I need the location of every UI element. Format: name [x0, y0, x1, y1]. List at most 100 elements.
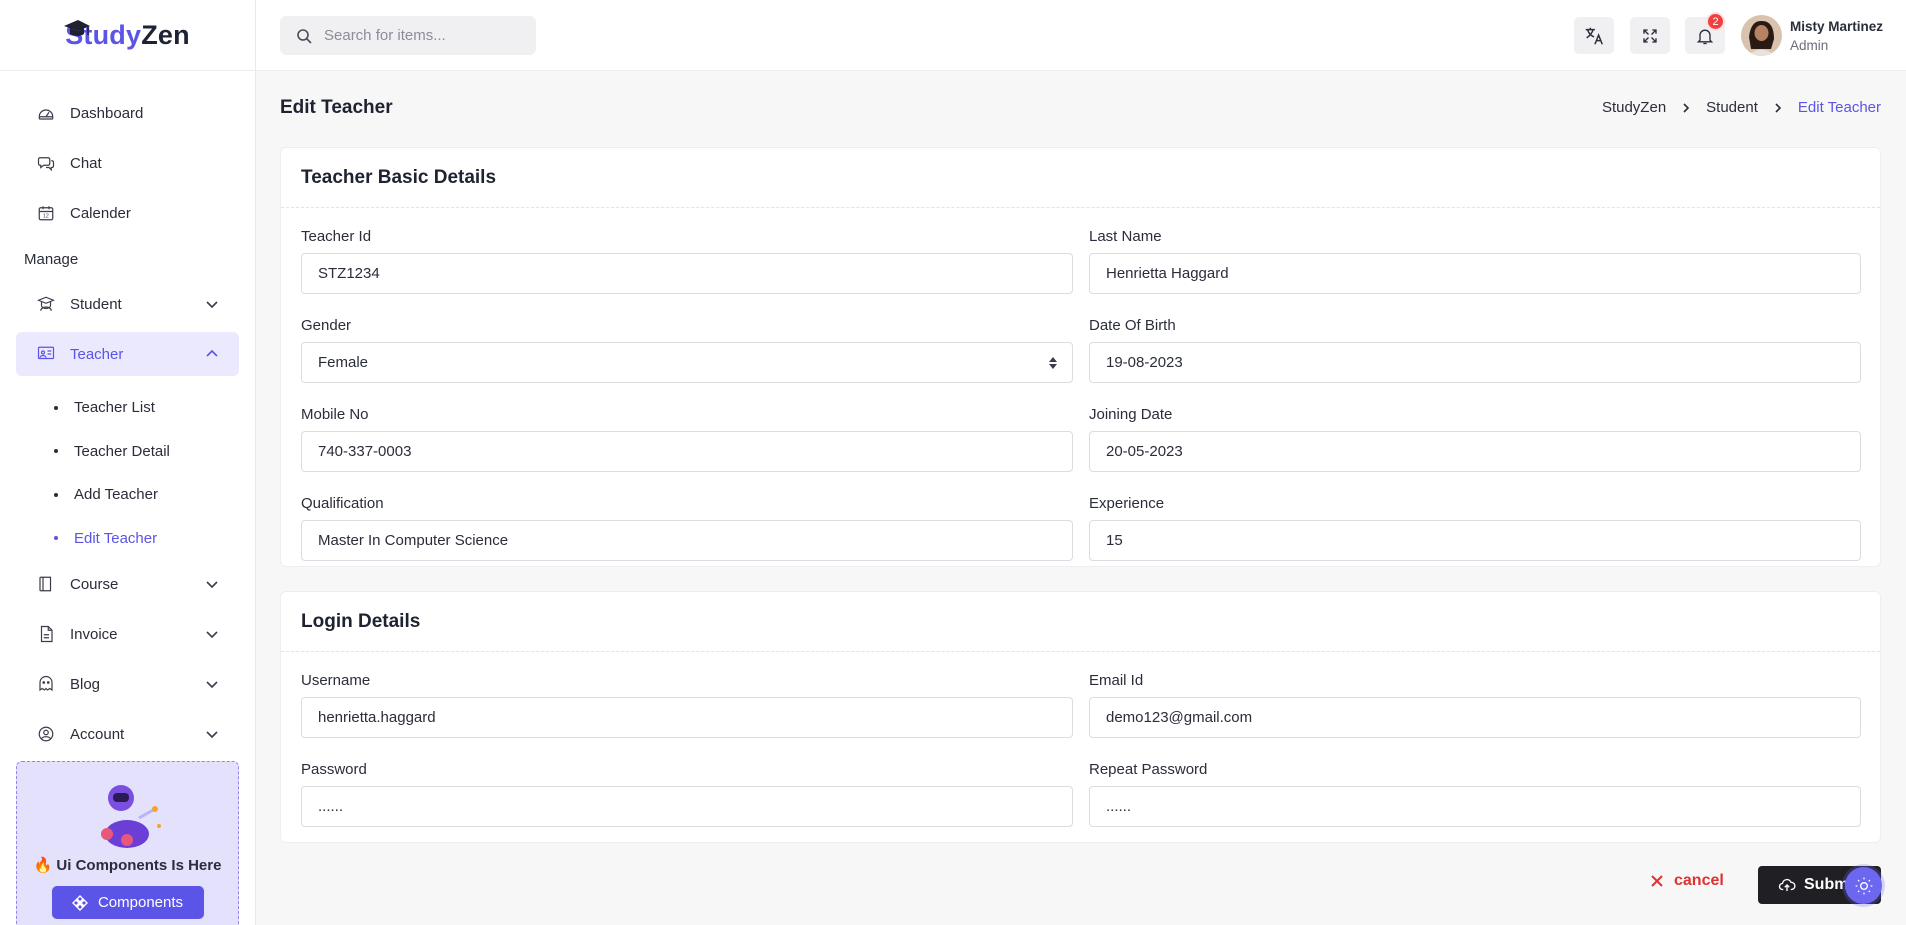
field-label: Repeat Password [1089, 761, 1208, 778]
translate-button[interactable] [1574, 17, 1614, 54]
sidebar-item-label: Account [70, 725, 125, 743]
chevron-down-icon [205, 577, 219, 591]
email-field: Email Id demo123@gmail.com [1089, 672, 1861, 738]
sidebar-item-dashboard[interactable]: Dashboard [16, 91, 239, 135]
user-profile[interactable]: Misty Martinez Admin [1741, 15, 1883, 56]
chevron-down-icon [205, 727, 219, 741]
last-name-field: Last Name Henrietta Haggard [1089, 228, 1861, 294]
breadcrumb-item-current: Edit Teacher [1797, 99, 1881, 116]
sidebar-item-student[interactable]: Student [16, 282, 239, 326]
components-button[interactable]: Components [51, 886, 204, 919]
user-name: Misty Martinez [1790, 18, 1884, 34]
topbar: 2 Misty Martinez Admin [256, 0, 1906, 71]
field-label: Password [301, 761, 367, 778]
search-box[interactable] [280, 16, 536, 55]
chevron-right-icon [1680, 102, 1692, 114]
logo[interactable]: StudyZen [0, 0, 255, 71]
avatar [1741, 15, 1782, 56]
sidebar-item-invoice[interactable]: Invoice [16, 612, 239, 656]
sidebar-item-label: Chat [70, 154, 102, 172]
qualification-input[interactable]: Master In Computer Science [301, 520, 1073, 561]
sidebar-item-label: Blog [70, 675, 101, 693]
breadcrumb-item-home[interactable]: StudyZen [1602, 99, 1666, 116]
chevron-right-icon [1772, 102, 1784, 114]
password-field: Password ...... [301, 761, 1073, 827]
select-caret-icon [1048, 355, 1058, 375]
notification-button[interactable]: 2 [1685, 12, 1725, 54]
promo-card: 🔥 Ui Components Is Here Components [16, 761, 239, 925]
chevron-down-icon [205, 297, 219, 311]
field-label: Email Id [1089, 672, 1144, 689]
mobile-field: Mobile No 740-337-0003 [301, 406, 1073, 472]
submenu-label: Edit Teacher [74, 529, 158, 547]
basic-details-form: Teacher Id STZ1234 Last Name Henrietta H… [281, 208, 1880, 561]
calendar-icon: 12 [36, 203, 56, 223]
breadcrumb: StudyZen Student Edit Teacher [1602, 99, 1881, 116]
cancel-button[interactable]: cancel [1650, 872, 1724, 890]
sidebar-item-blog[interactable]: Blog [16, 662, 239, 706]
username-input[interactable]: henrietta.haggard [301, 697, 1073, 738]
sidebar-item-calendar[interactable]: 12 Calender [16, 191, 239, 235]
astronaut-illustration [100, 785, 161, 848]
mobile-input[interactable]: 740-337-0003 [301, 431, 1073, 472]
field-label: Teacher Id [301, 228, 372, 245]
submenu-item-teacher-list[interactable]: Teacher List [36, 386, 239, 430]
repeat-password-field: Repeat Password ...... [1089, 761, 1861, 827]
card-title: Teacher Basic Details [281, 148, 1880, 208]
username-field: Username henrietta.haggard [301, 672, 1073, 738]
sidebar-item-teacher[interactable]: Teacher [16, 332, 239, 376]
gender-select[interactable]: Female [301, 342, 1073, 383]
submenu-label: Teacher Detail [74, 442, 170, 460]
gender-select-value: Female [318, 354, 369, 371]
field-label: Gender [301, 317, 352, 334]
gender-field: Gender Female [301, 317, 1073, 383]
cloud-upload-icon [1778, 878, 1796, 891]
login-details-card: Login Details Username henrietta.haggard… [280, 591, 1881, 843]
sidebar-item-chat[interactable]: Chat [16, 141, 239, 185]
translate-icon [1585, 27, 1603, 45]
submenu-label: Teacher List [74, 399, 155, 417]
field-label: Qualification [301, 495, 384, 512]
email-input[interactable]: demo123@gmail.com [1089, 697, 1861, 738]
promo-text: 🔥 Ui Components Is Here [33, 857, 222, 874]
notification-badge: 2 [1706, 12, 1725, 31]
sidebar-item-label: Course [70, 575, 119, 593]
close-icon [1651, 875, 1663, 887]
section-title-manage: Manage [24, 251, 79, 268]
user-role: Admin [1790, 37, 1829, 53]
field-label: Last Name [1089, 228, 1162, 245]
fullscreen-button[interactable] [1630, 17, 1670, 54]
sidebar-item-account[interactable]: Account [16, 712, 239, 756]
bullet-icon [54, 536, 58, 541]
breadcrumb-item-student[interactable]: Student [1706, 99, 1758, 116]
date-of-birth-input[interactable]: 19-08-2023 [1089, 342, 1861, 383]
teacher-id-input[interactable]: STZ1234 [301, 253, 1073, 294]
joining-date-input[interactable]: 20-05-2023 [1089, 431, 1861, 472]
field-label: Experience [1089, 495, 1165, 512]
teacher-id-field: Teacher Id STZ1234 [301, 228, 1073, 294]
search-icon [297, 28, 312, 44]
experience-input[interactable]: 15 [1089, 520, 1861, 561]
book-icon [36, 574, 56, 594]
submenu-item-teacher-detail[interactable]: Teacher Detail [36, 430, 239, 474]
sidebar-item-label: Calender [70, 204, 131, 222]
password-input[interactable]: ...... [301, 786, 1073, 827]
date-of-birth-field: Date Of Birth 19-08-2023 [1089, 317, 1861, 383]
repeat-password-input[interactable]: ...... [1089, 786, 1861, 827]
last-name-input[interactable]: Henrietta Haggard [1089, 253, 1861, 294]
sidebar-item-label: Invoice [70, 625, 118, 643]
card-title: Login Details [281, 592, 1880, 652]
components-button-label: Components [97, 894, 184, 911]
qualification-field: Qualification Master In Computer Science [301, 495, 1073, 561]
field-label: Mobile No [301, 406, 369, 423]
search-input[interactable] [324, 27, 524, 44]
submenu-item-edit-teacher[interactable]: Edit Teacher [36, 517, 239, 561]
blog-icon [36, 674, 56, 694]
chat-icon [36, 153, 56, 173]
student-icon [36, 294, 56, 314]
field-label: Joining Date [1089, 406, 1173, 423]
sidebar-item-course[interactable]: Course [16, 562, 239, 606]
submenu-label: Add Teacher [74, 486, 158, 504]
submenu-item-add-teacher[interactable]: Add Teacher [36, 473, 239, 517]
theme-toggle-button[interactable] [1845, 867, 1882, 904]
